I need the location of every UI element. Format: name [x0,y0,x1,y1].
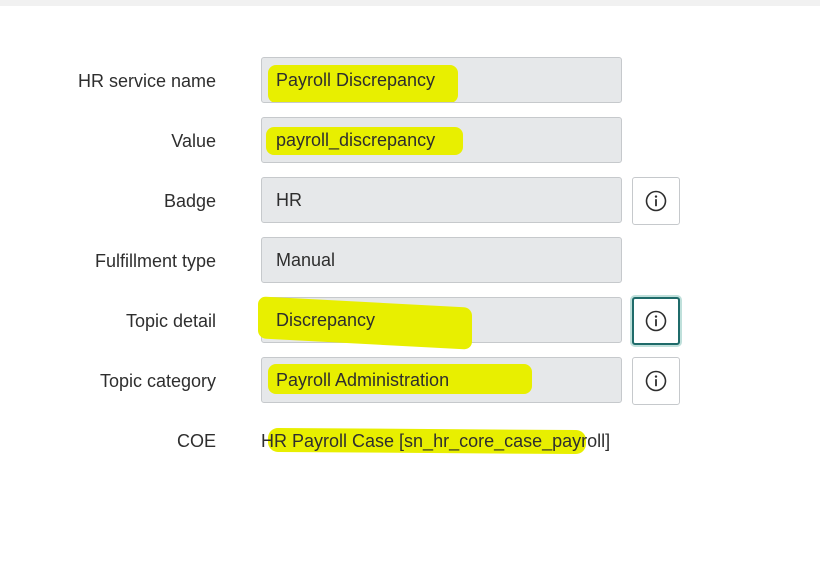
row-topic-category: Topic category Payroll Administration [0,357,820,405]
coe-value: HR Payroll Case [sn_hr_core_case_payroll… [261,431,611,451]
topic-detail-info-button[interactable] [632,297,680,345]
row-value: Value payroll_discrepancy [0,117,820,165]
hr-service-name-label: HR service name [77,71,216,91]
row-coe: COE HR Payroll Case [sn_hr_core_case_pay… [0,417,820,465]
fulfillment-type-label: Fulfillment type [94,251,216,271]
topic-category-info-button[interactable] [632,357,680,405]
badge-value: HR [276,190,302,210]
topic-detail-label: Topic detail [125,311,216,331]
value-label: Value [171,131,216,151]
value-value: payroll_discrepancy [276,130,436,150]
info-circle-icon [645,190,667,212]
badge-field[interactable]: HR [261,177,622,223]
row-hr-service-name: HR service name Payroll Discrepancy [0,57,820,105]
hr-service-form: HR service name Payroll Discrepancy Valu… [0,0,820,569]
topic-category-field[interactable]: Payroll Administration [261,357,622,403]
badge-label: Badge [163,191,216,211]
badge-info-button[interactable] [632,177,680,225]
row-fulfillment-type: Fulfillment type Manual [0,237,820,285]
hr-service-name-field[interactable]: Payroll Discrepancy [261,57,622,103]
fulfillment-type-field[interactable]: Manual [261,237,622,283]
info-circle-icon [645,310,667,332]
hr-service-name-value: Payroll Discrepancy [276,70,436,90]
topic-category-label: Topic category [99,371,216,391]
row-badge: Badge HR [0,177,820,225]
coe-label: COE [176,431,216,451]
fulfillment-type-value: Manual [276,250,336,270]
value-field[interactable]: payroll_discrepancy [261,117,622,163]
info-circle-icon [645,370,667,392]
topic-category-value: Payroll Administration [276,370,450,390]
topic-detail-value: Discrepancy [276,310,376,330]
row-topic-detail: Topic detail Discrepancy [0,296,820,350]
topic-detail-field[interactable]: Discrepancy [258,296,622,350]
